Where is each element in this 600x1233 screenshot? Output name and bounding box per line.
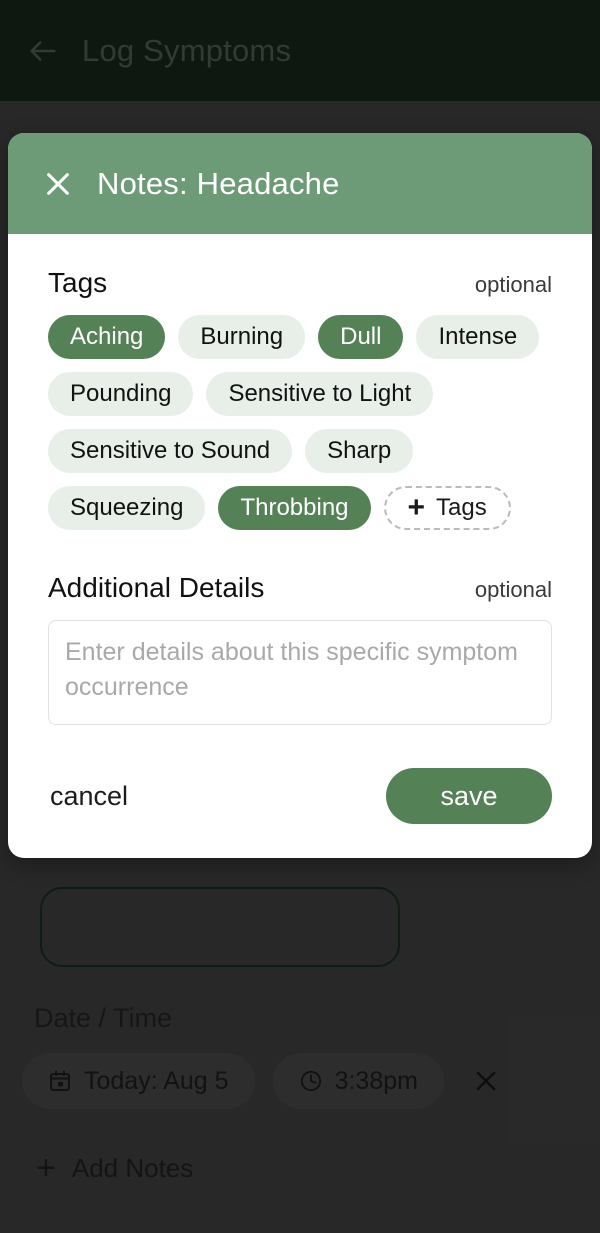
add-tag-label: Tags	[436, 494, 487, 521]
details-optional-label: optional	[474, 577, 552, 602]
tag-chip[interactable]: Dull	[318, 315, 404, 359]
notes-modal: Notes: Headache Tags optional Aching Burn…	[8, 133, 592, 858]
modal-header: Notes: Headache	[8, 133, 592, 234]
modal-actions: cancel save	[48, 730, 552, 858]
tag-chip[interactable]: Pounding	[48, 372, 194, 416]
tags-label: Tags	[48, 267, 108, 298]
tag-chip[interactable]: Intense	[416, 315, 540, 359]
cancel-button[interactable]: cancel	[48, 777, 130, 816]
tag-chip[interactable]: Aching	[48, 315, 166, 359]
details-input[interactable]	[48, 620, 552, 725]
modal-title: Notes: Headache	[97, 165, 340, 201]
tag-chip[interactable]: Sharp	[305, 429, 414, 473]
details-field-header: Additional Details optional	[48, 572, 552, 604]
tags-field-header: Tags optional	[48, 267, 552, 299]
plus-icon: +	[407, 491, 426, 524]
tag-chip[interactable]: Burning	[178, 315, 306, 359]
add-tag-button[interactable]: + Tags	[383, 486, 511, 530]
tag-chip[interactable]: Sensitive to Sound	[48, 429, 293, 473]
tag-chip[interactable]: Squeezing	[48, 486, 206, 530]
save-button[interactable]: save	[386, 768, 552, 824]
details-label: Additional Details	[48, 572, 265, 603]
close-icon[interactable]	[41, 167, 75, 201]
details-section: Additional Details optional	[48, 572, 552, 730]
tag-list: Aching Burning Dull Intense Pounding Sensitiv…	[48, 315, 552, 530]
tag-chip[interactable]: Throbbing	[218, 486, 371, 530]
tag-chip[interactable]: Sensitive to Light	[206, 372, 434, 416]
tags-optional-label: optional	[474, 272, 552, 297]
modal-content: Tags optional Aching Burning Dull Intense Po…	[8, 234, 592, 858]
